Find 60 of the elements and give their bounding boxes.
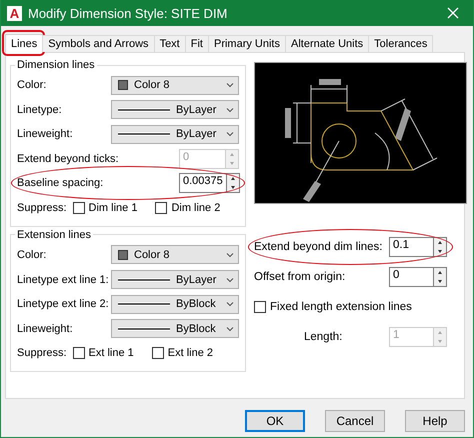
field-label: Linetype ext line 2:: [17, 298, 109, 310]
chevron-icon: [226, 276, 234, 283]
dropdown[interactable]: ByBlock: [111, 294, 239, 314]
field-label: Suppress:: [17, 202, 67, 214]
tab[interactable]: Tolerances: [368, 35, 434, 52]
dropdown[interactable]: ByLayer: [111, 100, 239, 120]
dropdown[interactable]: ByLayer: [111, 270, 239, 290]
field-label: Offset from origin:: [254, 271, 346, 283]
dropdown[interactable]: ByBlock: [111, 319, 239, 338]
chevron-icon: [226, 326, 234, 332]
swatch-icon: [118, 250, 128, 260]
checkbox[interactable]: [152, 347, 164, 360]
close-icon[interactable]: [447, 7, 459, 19]
dialog-button[interactable]: Help: [405, 410, 465, 432]
checkbox[interactable]: [72, 347, 85, 360]
chevron-icon: [226, 82, 234, 88]
chevron-icon: [226, 131, 234, 138]
field-label: Length:: [304, 331, 342, 343]
group-title: Extension lines: [16, 228, 92, 241]
dropdown[interactable]: Color 8: [111, 245, 239, 264]
field-label: Color:: [17, 248, 46, 261]
field-label: Linetype:: [17, 104, 62, 116]
line-sample-icon: [118, 108, 170, 112]
tab[interactable]: Primary Units: [208, 35, 286, 52]
field-label: Suppress:: [17, 347, 67, 360]
line-sample-icon: [118, 326, 170, 331]
checkbox-label[interactable]: Dim line 1: [88, 202, 138, 214]
checkbox-label[interactable]: Ext line 1: [88, 347, 134, 360]
number-field[interactable]: 0.00375: [179, 173, 226, 194]
line-sample-icon: [118, 302, 170, 306]
field-label: Extend beyond ticks:: [17, 152, 119, 165]
dialog-button[interactable]: OK: [245, 410, 305, 432]
tab[interactable]: Symbols and Arrows: [42, 35, 155, 52]
dialog-button[interactable]: Cancel: [325, 410, 385, 432]
checkbox-label[interactable]: Ext line 2: [168, 347, 214, 360]
app-logo: A: [7, 6, 22, 20]
group-title: Dimension lines: [16, 59, 96, 71]
field-label: Color:: [17, 79, 46, 91]
field-label: Extend beyond dim lines:: [254, 241, 382, 253]
chevron-icon: [226, 252, 234, 258]
swatch-icon: [118, 80, 128, 90]
dropdown[interactable]: Color 8: [111, 76, 239, 94]
checkbox-label[interactable]: Fixed length extension lines: [270, 301, 412, 313]
dropdown[interactable]: ByLayer: [111, 124, 239, 144]
checkbox[interactable]: [254, 301, 266, 313]
checkbox-label[interactable]: Dim line 2: [171, 202, 220, 214]
tab[interactable]: Lines: [5, 34, 44, 53]
checkbox[interactable]: [155, 202, 168, 214]
number-field[interactable]: 0.1: [389, 237, 433, 257]
checkbox[interactable]: [72, 202, 85, 214]
field-label: Lineweight:: [17, 128, 73, 140]
chevron-icon: [226, 301, 234, 308]
field-label: Lineweight:: [17, 322, 73, 335]
line-sample-icon: [118, 132, 170, 136]
line-sample-icon: [118, 278, 170, 282]
number-field[interactable]: 0: [389, 267, 433, 287]
field-label: Baseline spacing:: [17, 177, 104, 190]
chevron-icon: [226, 106, 234, 113]
field-label: Linetype ext line 1:: [17, 274, 109, 286]
window-title: Modify Dimension Style: SITE DIM: [28, 6, 228, 20]
